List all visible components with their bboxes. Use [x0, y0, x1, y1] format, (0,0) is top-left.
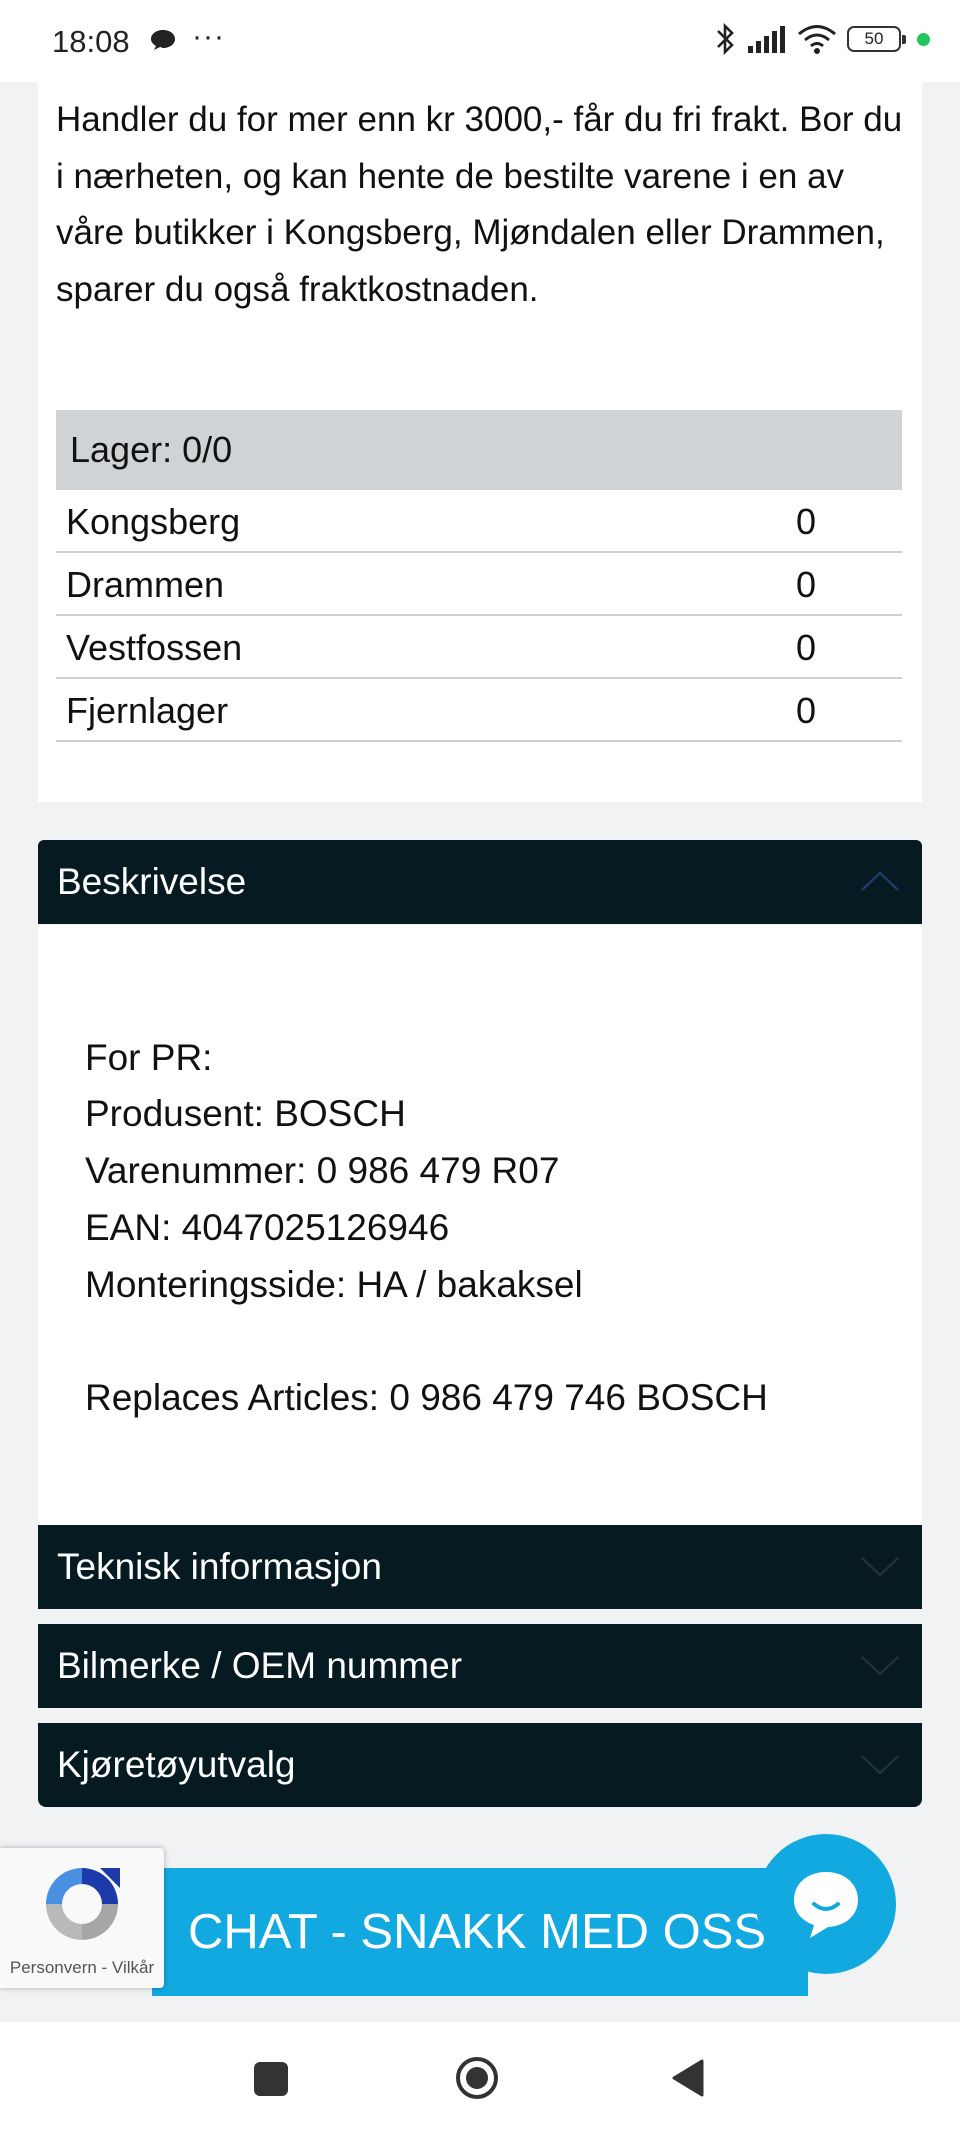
chat-launcher-button[interactable]: [756, 1834, 896, 1974]
accordion-description-body: For PR: Produsent: BOSCH Varenummer: 0 9…: [38, 925, 922, 1525]
accordion-technical-header[interactable]: Teknisk informasjon: [38, 1525, 922, 1609]
stock-location: Kongsberg: [66, 501, 241, 542]
bluetooth-icon: [717, 22, 734, 56]
system-navigation-bar: [0, 2022, 960, 2134]
recent-apps-button[interactable]: [254, 2062, 288, 2096]
chat-banner-label: CHAT - SNAKK MED OSS: [188, 1905, 767, 1959]
accordion-vehicle-header[interactable]: Kjøretøyutvalg: [38, 1723, 922, 1807]
description-line: Replaces Articles: 0 986 479 746 BOSCH: [85, 1377, 768, 1418]
stock-quantity: 0: [796, 690, 817, 731]
stock-location: Vestfossen: [66, 627, 243, 668]
stock-row: Vestfossen 0: [56, 616, 902, 679]
battery-icon: 50: [847, 26, 906, 52]
stock-row: Fjernlager 0: [56, 679, 902, 742]
recaptcha-badge[interactable]: Personvern - Vilkår: [0, 1848, 164, 1988]
status-time: 18:08: [52, 24, 130, 59]
chat-bubble-icon: [794, 1872, 858, 1938]
privacy-indicator-dot: [917, 32, 930, 46]
recaptcha-logo-icon: [46, 1868, 120, 1940]
battery-level: 50: [864, 29, 884, 48]
chevron-down-icon: [861, 1557, 899, 1577]
more-notifications-icon: ···: [192, 20, 225, 53]
recaptcha-terms-link[interactable]: Personvern - Vilkår: [0, 1958, 164, 1978]
accordion-technical-title: Teknisk informasjon: [57, 1546, 382, 1587]
description-line: EAN: 4047025126946: [85, 1207, 450, 1248]
product-info-card: Handler du for mer enn kr 3000,- får du …: [38, 82, 922, 802]
wifi-icon: [798, 25, 836, 54]
chat-banner-button[interactable]: CHAT - SNAKK MED OSS: [152, 1868, 808, 1996]
description-line: Produsent: BOSCH: [85, 1093, 406, 1134]
shipping-info-text: Handler du for mer enn kr 3000,- får du …: [56, 100, 903, 309]
description-line: Monteringsside: HA / bakaksel: [85, 1264, 583, 1305]
status-bar: 18:08 ··· 50: [0, 0, 960, 82]
stock-quantity: 0: [796, 501, 817, 542]
accordion-vehicle-title: Kjøretøyutvalg: [57, 1744, 296, 1785]
chevron-down-icon: [861, 1656, 899, 1676]
back-button[interactable]: [670, 2058, 706, 2098]
stock-row: Kongsberg 0: [56, 490, 902, 553]
description-line: Varenummer: 0 986 479 R07: [85, 1150, 560, 1191]
chevron-down-icon: [861, 1755, 899, 1775]
signal-icon: [748, 26, 785, 53]
chat-notification-icon: [151, 30, 175, 50]
chevron-up-icon: [861, 871, 899, 891]
stock-location: Drammen: [66, 564, 225, 605]
accordion-oem-title: Bilmerke / OEM nummer: [57, 1645, 463, 1686]
home-button[interactable]: [455, 2056, 499, 2100]
accordion-oem-header[interactable]: Bilmerke / OEM nummer: [38, 1624, 922, 1708]
stock-quantity: 0: [796, 564, 817, 605]
description-line: For PR:: [85, 1037, 213, 1078]
accordion-description-header[interactable]: Beskrivelse: [38, 840, 922, 924]
accordion-description-title: Beskrivelse: [57, 861, 247, 902]
stock-quantity: 0: [796, 627, 817, 668]
stock-header: Lager: 0/0: [56, 410, 902, 490]
stock-location: Fjernlager: [66, 690, 229, 731]
stock-row: Drammen 0: [56, 553, 902, 616]
